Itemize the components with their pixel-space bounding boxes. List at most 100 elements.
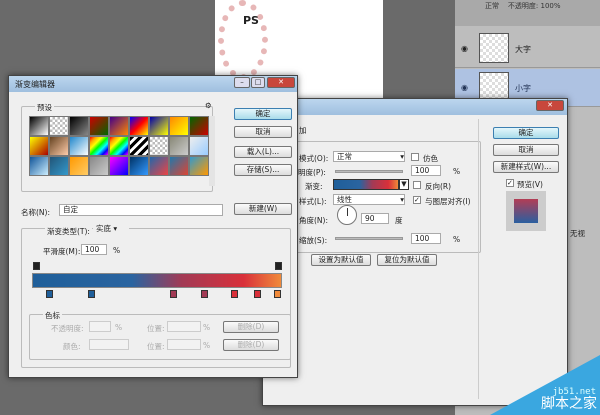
color-stop[interactable] (201, 290, 208, 298)
preset-swatch[interactable] (89, 156, 109, 176)
close-button[interactable]: ✕ (267, 77, 295, 88)
angle-dial[interactable] (337, 205, 357, 225)
dither-label: 仿色 (423, 154, 438, 163)
maximize-button[interactable]: □ (251, 77, 265, 88)
gradient-swatch[interactable] (333, 179, 399, 190)
ok-button[interactable]: 确定 (493, 127, 559, 139)
color-stop[interactable] (46, 290, 53, 298)
eye-icon[interactable]: ◉ (461, 83, 468, 92)
color-stop[interactable] (274, 290, 281, 298)
blend-mode-select[interactable]: 正常 (485, 2, 499, 10)
minimize-button[interactable]: – (234, 77, 250, 88)
preset-swatch[interactable] (189, 136, 209, 156)
type-label: 渐变类型(T): (45, 226, 92, 237)
percent-label: % (113, 246, 121, 255)
preset-swatch[interactable] (49, 136, 69, 156)
dither-checkbox[interactable] (411, 153, 419, 161)
preset-swatch[interactable] (69, 156, 89, 176)
opacity-stop-left[interactable] (33, 262, 40, 270)
preset-swatch[interactable] (29, 136, 49, 156)
new-style-button[interactable]: 新建样式(W)... (493, 161, 559, 173)
percent-label: % (203, 341, 211, 350)
preset-swatch[interactable] (129, 156, 149, 176)
stop-opacity-input[interactable] (89, 321, 111, 332)
angle-label: 角度(N): (299, 216, 328, 225)
new-button[interactable]: 新建(W) (234, 203, 292, 215)
layer-item[interactable]: ◉ 大字 (455, 30, 600, 68)
divider (478, 119, 479, 399)
preset-swatch[interactable] (149, 156, 169, 176)
preset-swatch[interactable] (69, 116, 89, 136)
opacity-position-input[interactable] (167, 321, 201, 332)
load-button[interactable]: 载入(L)... (234, 146, 292, 158)
scale-input[interactable]: 100 (411, 233, 441, 244)
preset-swatch[interactable] (49, 116, 69, 136)
opacity-stop-right[interactable] (275, 262, 282, 270)
preset-swatch[interactable] (109, 136, 129, 156)
opacity-slider[interactable] (335, 170, 403, 173)
presets-label: 预设 (35, 102, 54, 113)
preset-swatch[interactable] (169, 116, 189, 136)
preset-swatch[interactable] (169, 136, 189, 156)
color-stop[interactable] (231, 290, 238, 298)
preset-swatch[interactable] (109, 156, 129, 176)
style-select[interactable]: 线性 ▾ (333, 194, 405, 205)
color-stop[interactable] (254, 290, 261, 298)
mode-select[interactable]: 正常 ▾ (333, 151, 405, 162)
smoothness-input[interactable]: 100 (81, 244, 107, 255)
preset-swatch[interactable] (49, 156, 69, 176)
preset-scrollbar[interactable] (209, 116, 215, 186)
gradient-dropdown-button[interactable]: ▼ (399, 179, 409, 190)
opacity-input[interactable]: 100% (541, 2, 561, 10)
color-position-input[interactable] (167, 339, 201, 350)
gradient-bar[interactable] (32, 273, 282, 288)
delete-opacity-stop-button[interactable]: 删除(D) (223, 321, 279, 333)
preview-checkbox[interactable]: ✓ (506, 179, 514, 187)
preview-label: 预览(V) (517, 180, 543, 189)
smoothness-label: 平滑度(M): (43, 247, 81, 256)
color-stop[interactable] (170, 290, 177, 298)
percent-label: % (203, 323, 211, 332)
preset-swatch[interactable] (169, 156, 189, 176)
percent-label: % (453, 235, 461, 244)
name-input[interactable]: 自定 (59, 204, 223, 216)
preset-swatch[interactable] (189, 156, 209, 176)
delete-color-stop-button[interactable]: 删除(D) (223, 339, 279, 351)
type-select[interactable]: 实底 ▾ (93, 224, 129, 235)
reverse-checkbox[interactable] (413, 181, 421, 189)
gradient-label: 渐变: (305, 182, 323, 191)
canvas-artwork (218, 0, 268, 80)
set-default-button[interactable]: 设置为默认值 (311, 254, 371, 266)
opacity-input[interactable]: 100 (411, 165, 441, 176)
align-checkbox[interactable]: ✓ (413, 196, 421, 204)
reverse-label: 反向(R) (425, 182, 452, 191)
preset-swatch[interactable] (29, 156, 49, 176)
preview-box (506, 191, 546, 231)
mode-label: 模式(O): (299, 154, 329, 163)
cancel-button[interactable]: 取消 (493, 144, 559, 156)
preset-swatch[interactable] (89, 136, 109, 156)
preset-swatch[interactable] (189, 116, 209, 136)
preset-swatch[interactable] (129, 116, 149, 136)
percent-label: % (115, 323, 123, 332)
close-button[interactable]: ✕ (536, 100, 564, 111)
preset-swatch[interactable] (109, 116, 129, 136)
preset-swatch[interactable] (29, 116, 49, 136)
stop-opacity-label: 不透明度: (51, 324, 84, 333)
save-button[interactable]: 存储(S)... (234, 164, 292, 176)
preset-swatch[interactable] (149, 116, 169, 136)
section-title: 加 (299, 126, 307, 135)
gear-icon[interactable]: ⚙ (205, 101, 212, 110)
cancel-button[interactable]: 取消 (234, 126, 292, 138)
preset-swatch[interactable] (129, 136, 149, 156)
reset-default-button[interactable]: 复位为默认值 (377, 254, 437, 266)
preset-swatch[interactable] (149, 136, 169, 156)
eye-icon[interactable]: ◉ (461, 44, 468, 53)
angle-input[interactable]: 90 (361, 213, 389, 224)
preset-swatch[interactable] (89, 116, 109, 136)
scale-slider[interactable] (335, 237, 403, 240)
stop-color-swatch[interactable] (89, 339, 129, 350)
ok-button[interactable]: 确定 (234, 108, 292, 120)
preset-swatch[interactable] (69, 136, 89, 156)
color-stop[interactable] (88, 290, 95, 298)
